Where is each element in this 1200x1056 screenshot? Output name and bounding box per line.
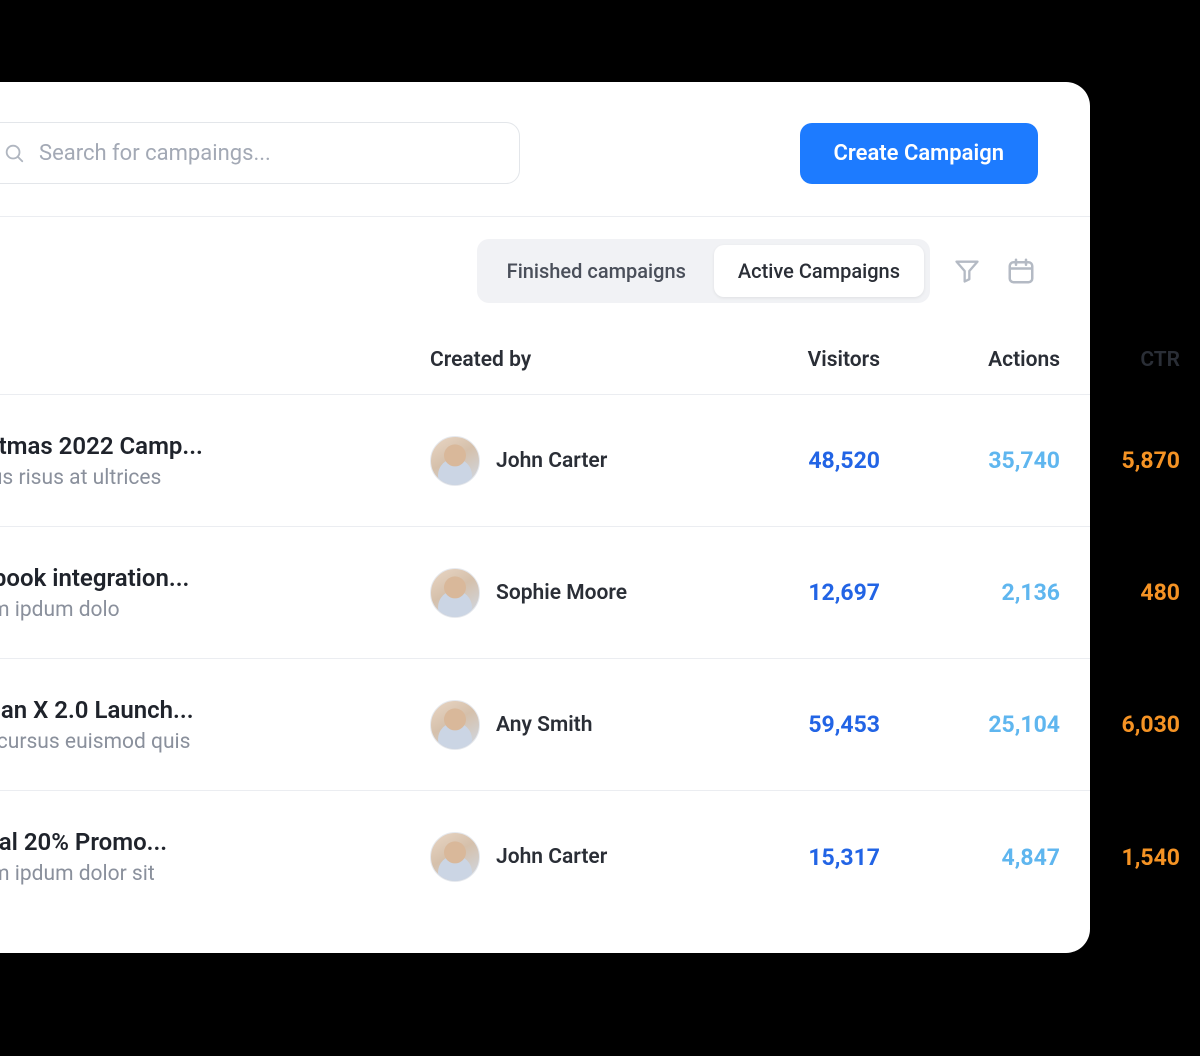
actions-value: 4,847: [880, 844, 1060, 871]
creator-name: Sophie Moore: [496, 581, 627, 605]
actions-value: 35,740: [880, 447, 1060, 474]
campaign-subtitle: u cursus euismod quis: [0, 730, 420, 754]
search-field[interactable]: [0, 122, 520, 184]
creator-name: Any Smith: [496, 713, 592, 737]
actions-value: 2,136: [880, 579, 1060, 606]
creator-cell: John Carter: [420, 832, 700, 882]
avatar: [430, 832, 480, 882]
campaign-subtitle: em ipdum dolor sit: [0, 862, 420, 886]
ctr-value: 480: [1060, 579, 1180, 606]
creator-cell: John Carter: [420, 436, 700, 486]
visitors-value: 59,453: [700, 711, 880, 738]
campaign-cell: cial 20% Promo... em ipdum dolor sit: [0, 828, 420, 886]
col-actions: Actions: [880, 348, 1060, 372]
avatar: [430, 568, 480, 618]
tab-active-campaigns[interactable]: Active Campaigns: [714, 245, 924, 297]
create-campaign-button[interactable]: Create Campaign: [800, 123, 1038, 184]
table-row[interactable]: ebook integration... em ipdum dolo Sophi…: [0, 527, 1090, 659]
filter-button[interactable]: [950, 254, 984, 288]
search-icon: [3, 142, 25, 164]
header-row: Create Campaign: [0, 82, 1090, 216]
avatar: [430, 700, 480, 750]
creator-cell: Any Smith: [420, 700, 700, 750]
campaign-title: ebook integration...: [0, 564, 420, 592]
visitors-value: 12,697: [700, 579, 880, 606]
visitors-value: 48,520: [700, 447, 880, 474]
campaign-title: man X 2.0 Launch...: [0, 696, 420, 724]
col-visitors: Visitors: [700, 348, 880, 372]
campaign-title: istmas 2022 Camp...: [0, 432, 420, 460]
col-ctr: CTR: [1060, 348, 1180, 372]
ctr-value: 5,870: [1060, 447, 1180, 474]
table-row[interactable]: man X 2.0 Launch... u cursus euismod qui…: [0, 659, 1090, 791]
filter-icon: [953, 257, 981, 285]
campaign-subtitle: sus risus at ultrices: [0, 466, 420, 490]
avatar: [430, 436, 480, 486]
ctr-value: 1,540: [1060, 844, 1180, 871]
campaigns-card: Create Campaign Finished campaigns Activ…: [0, 82, 1090, 953]
campaigns-table: Created by Visitors Actions CTR istmas 2…: [0, 325, 1090, 923]
campaign-cell: istmas 2022 Camp... sus risus at ultrice…: [0, 432, 420, 490]
col-created-by: Created by: [420, 348, 700, 372]
campaign-status-segment: Finished campaigns Active Campaigns: [477, 239, 930, 303]
campaign-cell: man X 2.0 Launch... u cursus euismod qui…: [0, 696, 420, 754]
visitors-value: 15,317: [700, 844, 880, 871]
creator-cell: Sophie Moore: [420, 568, 700, 618]
tab-finished-campaigns[interactable]: Finished campaigns: [483, 245, 710, 297]
table-header: Created by Visitors Actions CTR: [0, 325, 1090, 395]
search-input[interactable]: [39, 141, 497, 166]
calendar-icon: [1006, 256, 1036, 286]
creator-name: John Carter: [496, 845, 607, 869]
date-button[interactable]: [1004, 254, 1038, 288]
campaign-cell: ebook integration... em ipdum dolo: [0, 564, 420, 622]
ctr-value: 6,030: [1060, 711, 1180, 738]
filters-row: Finished campaigns Active Campaigns: [0, 217, 1090, 325]
table-row[interactable]: cial 20% Promo... em ipdum dolor sit Joh…: [0, 791, 1090, 923]
creator-name: John Carter: [496, 449, 607, 473]
campaign-subtitle: em ipdum dolo: [0, 598, 420, 622]
actions-value: 25,104: [880, 711, 1060, 738]
campaign-title: cial 20% Promo...: [0, 828, 420, 856]
table-row[interactable]: istmas 2022 Camp... sus risus at ultrice…: [0, 395, 1090, 527]
